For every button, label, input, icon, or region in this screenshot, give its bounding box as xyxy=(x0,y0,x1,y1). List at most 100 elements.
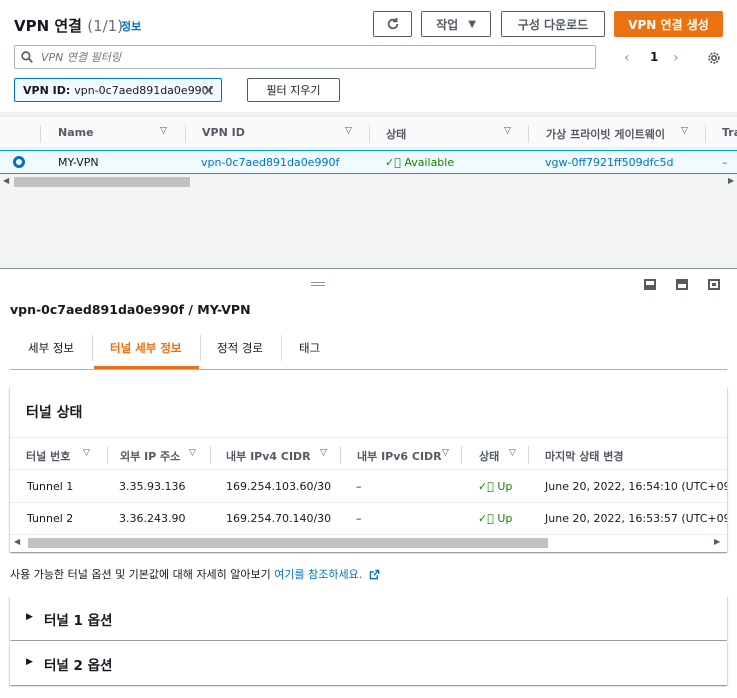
refresh-icon xyxy=(387,17,398,30)
column-outside-ip[interactable]: 외부 IP 주소 xyxy=(120,448,180,464)
column-transit[interactable]: Tra xyxy=(722,126,737,139)
column-divider xyxy=(528,446,529,464)
column-name[interactable]: Name xyxy=(58,126,94,139)
column-state[interactable]: 상태 xyxy=(386,126,406,142)
cell-vgw[interactable]: vgw-0ff7921ff509dfc5d xyxy=(545,156,674,169)
column-inside-ipv6[interactable]: 내부 IPv6 CIDR xyxy=(357,448,442,464)
caret-right-icon: ▶ xyxy=(26,612,33,622)
settings-gear-icon[interactable] xyxy=(707,51,721,65)
table-header: Name ▽ VPN ID ▽ 상태 ▽ 가상 프라이빗 게이트웨이 ▽ Tra xyxy=(0,116,737,148)
panel-title: 터널 상태 xyxy=(26,405,83,421)
actions-dropdown[interactable]: 작업 ▼ xyxy=(421,11,491,37)
info-link[interactable]: 정보 xyxy=(121,18,141,34)
scroll-right-icon[interactable]: ▶ xyxy=(714,537,720,546)
tab-divider xyxy=(92,335,93,361)
tunnel-1-options-expander[interactable]: ▶ 터널 1 옵션 xyxy=(10,596,727,640)
search-icon xyxy=(21,51,33,63)
table-row: Tunnel 1 3.35.93.136 169.254.103.60/30 –… xyxy=(10,471,727,503)
table-scrollbar[interactable]: ◀ ▶ xyxy=(0,175,737,189)
cell-tunnel-number: Tunnel 2 xyxy=(27,512,74,525)
detail-title: vpn-0c7aed891da0e990f / MY-VPN xyxy=(10,302,251,317)
tunnel-table-header: 터널 번호 ▽ 외부 IP 주소 ▽ 내부 IPv4 CIDR ▽ 내부 IPv… xyxy=(10,437,727,470)
tunnel-table-scrollbar[interactable]: ◀ ▶ xyxy=(10,536,727,550)
cell-inside-ipv4: 169.254.70.140/30 xyxy=(226,512,332,525)
expander-label: 터널 2 옵션 xyxy=(44,658,113,674)
next-page-icon[interactable]: › xyxy=(673,50,679,66)
column-divider xyxy=(461,446,462,464)
scroll-left-icon[interactable]: ◀ xyxy=(14,537,20,546)
column-vpn-id[interactable]: VPN ID xyxy=(202,126,245,139)
refresh-button[interactable] xyxy=(373,11,412,37)
tunnel-state-panel: 터널 상태 터널 번호 ▽ 외부 IP 주소 ▽ 내부 IPv4 CIDR ▽ … xyxy=(10,387,727,552)
cell-transit[interactable]: – xyxy=(722,156,728,169)
vpn-list-section: VPN 연결 (1/1) 정보 작업 ▼ 구성 다운로드 VPN 연결 생성 ‹… xyxy=(0,0,737,268)
cell-name: MY-VPN xyxy=(58,156,99,169)
sort-icon[interactable]: ▽ xyxy=(345,126,352,136)
sort-icon[interactable]: ▽ xyxy=(509,448,516,458)
tunnel-2-options-expander[interactable]: ▶ 터널 2 옵션 xyxy=(10,641,727,685)
cell-status: ✓⃝ Up xyxy=(478,480,512,493)
tab-divider xyxy=(281,335,282,361)
scroll-right-icon[interactable]: ▶ xyxy=(728,176,734,185)
page-title-text: VPN 연결 xyxy=(14,17,82,35)
sort-icon[interactable]: ▽ xyxy=(320,448,327,458)
list-header: VPN 연결 (1/1) 정보 작업 ▼ 구성 다운로드 VPN 연결 생성 ‹… xyxy=(0,0,737,112)
scrollbar-thumb[interactable] xyxy=(28,538,548,548)
status-text: Up xyxy=(497,480,513,493)
cell-last-change: June 20, 2022, 16:53:57 (UTC+09:00) xyxy=(545,512,727,525)
column-status[interactable]: 상태 xyxy=(479,448,499,464)
tab-tunnel-details[interactable]: 터널 세부 정보 xyxy=(110,340,182,356)
search-field xyxy=(14,45,596,69)
cell-inside-ipv4: 169.254.103.60/30 xyxy=(226,480,332,493)
sort-icon[interactable]: ▽ xyxy=(442,448,449,458)
column-last-change[interactable]: 마지막 상태 변경 xyxy=(545,448,624,464)
row-radio-selected[interactable] xyxy=(13,156,25,168)
filter-value: vpn-0c7aed891da0e990f xyxy=(74,83,213,97)
cell-vpn-id[interactable]: vpn-0c7aed891da0e990f xyxy=(201,156,339,169)
cell-inside-ipv6: – xyxy=(356,512,362,525)
split-side-icon[interactable] xyxy=(676,279,688,290)
column-divider xyxy=(210,446,211,464)
column-divider xyxy=(40,125,41,143)
external-link-icon[interactable] xyxy=(369,569,380,580)
page-number[interactable]: 1 xyxy=(650,50,658,64)
filter-key: VPN ID: xyxy=(23,83,71,97)
column-divider xyxy=(107,446,108,464)
cell-inside-ipv6: – xyxy=(356,480,362,493)
tab-details[interactable]: 세부 정보 xyxy=(28,340,74,356)
help-link[interactable]: 여기를 참조하세요. xyxy=(274,568,362,581)
cell-state: ✓⃝ Available xyxy=(385,156,454,169)
sort-icon[interactable]: ▽ xyxy=(504,126,511,136)
sort-icon[interactable]: ▽ xyxy=(160,126,167,136)
table-row: Tunnel 2 3.36.243.90 169.254.70.140/30 –… xyxy=(10,503,727,535)
download-config-button[interactable]: 구성 다운로드 xyxy=(501,11,605,37)
column-inside-ipv4[interactable]: 내부 IPv4 CIDR xyxy=(226,448,311,464)
split-bottom-icon[interactable] xyxy=(644,279,656,290)
table-row[interactable]: MY-VPN vpn-0c7aed891da0e990f ✓⃝ Availabl… xyxy=(0,150,737,174)
cell-last-change: June 20, 2022, 16:54:10 (UTC+09:00) xyxy=(545,480,727,493)
tab-static-routes[interactable]: 정적 경로 xyxy=(217,340,263,356)
filter-token: VPN ID: vpn-0c7aed891da0e990f ✕ xyxy=(14,78,222,102)
column-divider xyxy=(528,125,529,143)
active-tab-indicator xyxy=(94,366,199,369)
page-title: VPN 연결 (1/1) xyxy=(14,15,123,36)
column-tunnel-number[interactable]: 터널 번호 xyxy=(26,448,70,464)
scroll-left-icon[interactable]: ◀ xyxy=(3,176,9,185)
column-divider xyxy=(340,446,341,464)
resize-handle[interactable] xyxy=(311,282,325,286)
create-vpn-button[interactable]: VPN 연결 생성 xyxy=(614,11,723,37)
sort-icon[interactable]: ▽ xyxy=(681,126,688,136)
sort-icon[interactable]: ▽ xyxy=(83,448,90,458)
scrollbar-thumb[interactable] xyxy=(14,177,190,187)
clear-filters-button[interactable]: 필터 지우기 xyxy=(247,78,340,102)
maximize-icon[interactable] xyxy=(708,279,720,290)
actions-label: 작업 xyxy=(436,17,459,32)
sort-icon[interactable]: ▽ xyxy=(189,448,196,458)
cell-tunnel-number: Tunnel 1 xyxy=(27,480,74,493)
search-input[interactable] xyxy=(41,50,541,64)
state-text: Available xyxy=(404,156,455,169)
prev-page-icon[interactable]: ‹ xyxy=(624,50,630,66)
remove-filter-icon[interactable]: ✕ xyxy=(202,82,215,100)
tab-tags[interactable]: 태그 xyxy=(299,340,320,356)
column-vgw[interactable]: 가상 프라이빗 게이트웨이 xyxy=(546,126,665,142)
